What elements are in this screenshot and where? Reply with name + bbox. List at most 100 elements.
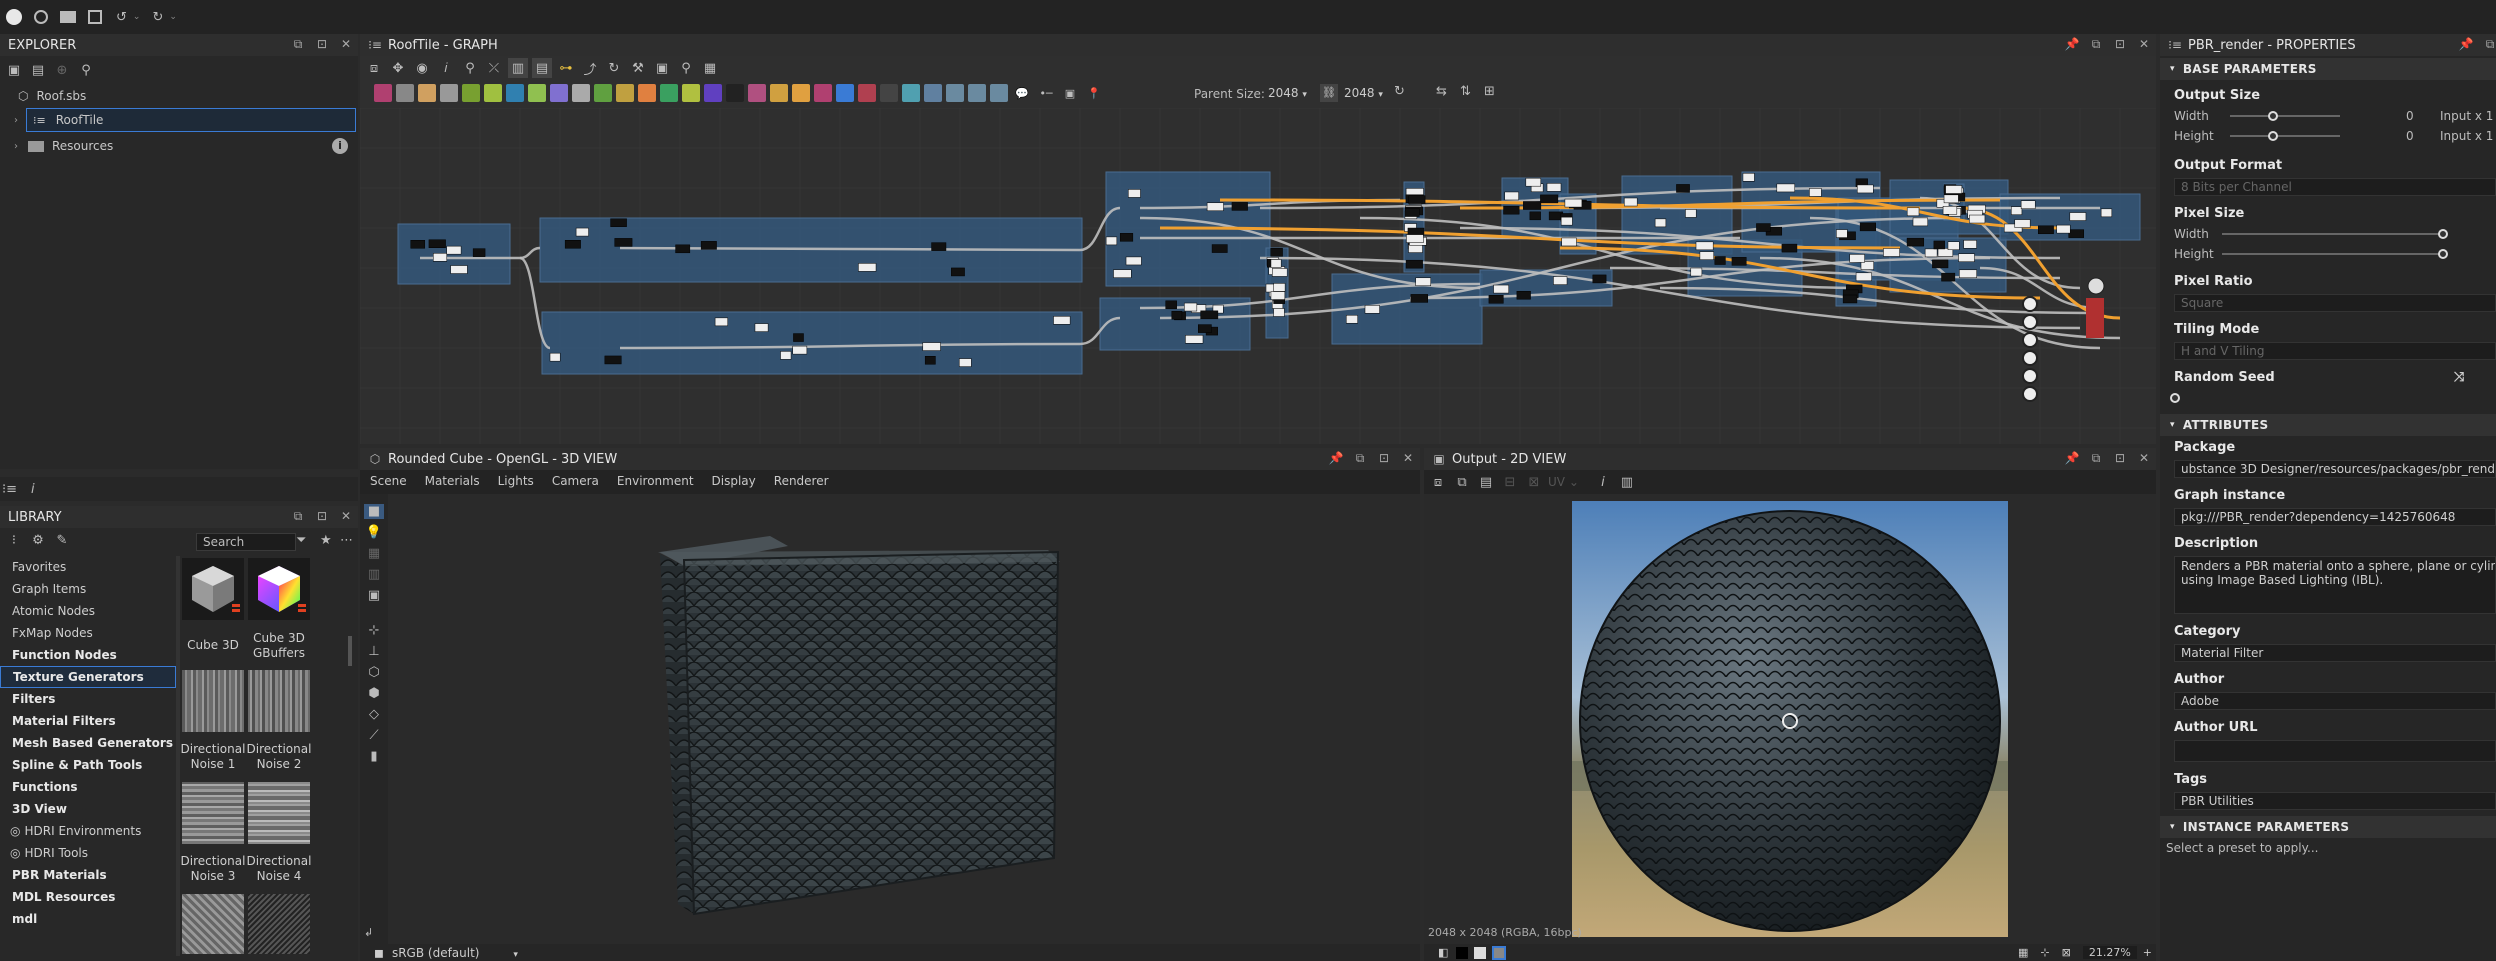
library-category[interactable]: Function Nodes (0, 644, 176, 666)
float-icon[interactable]: ⧉ (290, 37, 306, 52)
slider-knob[interactable] (2170, 393, 2180, 403)
output-node[interactable] (2022, 296, 2038, 312)
library-settings-icon[interactable]: ⚙ (28, 530, 48, 550)
node-type-icon[interactable] (902, 84, 920, 102)
graph-node[interactable] (1592, 274, 1607, 284)
checker-bg-icon[interactable] (1492, 945, 1507, 960)
library-category[interactable]: Mesh Based Generators (0, 732, 176, 754)
description-field[interactable]: Renders a PBR material onto a sphere, pl… (2174, 556, 2496, 614)
reset-icon[interactable]: ↲ (364, 926, 373, 939)
library-category[interactable]: Filters (0, 688, 176, 710)
graph-node[interactable] (1924, 248, 1938, 258)
graph-node[interactable] (1561, 237, 1577, 247)
output-node[interactable] (2022, 350, 2038, 366)
graph-node[interactable] (714, 317, 728, 327)
menu-lights[interactable]: Lights (498, 474, 534, 488)
slider-track[interactable] (2222, 233, 2442, 235)
graph-node[interactable] (1836, 229, 1848, 238)
cube-icon[interactable]: ⬡ (368, 665, 379, 680)
pin-icon[interactable]: 📌 (2064, 451, 2080, 466)
graph-node[interactable] (1405, 259, 1423, 269)
graph-node[interactable] (1943, 194, 1959, 204)
graph-node[interactable] (700, 241, 717, 250)
shuffle-icon[interactable]: ⤨ (2454, 370, 2464, 385)
noise-6-thumb[interactable] (248, 894, 310, 954)
graph-node[interactable] (1941, 272, 1956, 282)
base-parameters-section[interactable]: ▾ BASE PARAMETERS (2160, 58, 2496, 80)
graph-node[interactable] (1406, 234, 1424, 243)
node-type-icon[interactable] (484, 84, 502, 102)
info-icon[interactable]: 𝑖 (436, 58, 456, 78)
graph-node[interactable] (564, 240, 581, 249)
library-category[interactable]: FxMap Nodes (0, 622, 176, 644)
graph-node[interactable] (1211, 244, 1228, 253)
list-icon[interactable]: ⁝≡ (2, 482, 17, 497)
graph-node[interactable] (1408, 195, 1426, 204)
node-type-icon[interactable] (946, 84, 964, 102)
library-scrollbar[interactable] (348, 636, 352, 666)
tangent-icon[interactable]: ⟋ (369, 728, 378, 743)
node-type-icon[interactable] (528, 84, 546, 102)
node-type-icon[interactable] (374, 84, 392, 102)
author-url-field[interactable] (2174, 740, 2496, 762)
graph-node[interactable] (924, 356, 936, 365)
graph-node[interactable] (1206, 202, 1224, 212)
chevron-right-icon[interactable]: › (14, 115, 18, 126)
graph-node[interactable] (446, 245, 462, 255)
tile-icon[interactable]: ⊠ (1524, 472, 1544, 492)
maximize-icon[interactable]: ⊡ (314, 509, 330, 524)
graph-node[interactable] (1906, 237, 1925, 247)
curve-icon[interactable]: ⤴ (580, 58, 600, 78)
zoom-value[interactable]: 21.27% (2082, 946, 2137, 959)
category-field[interactable]: Material Filter (2174, 644, 2496, 662)
chevron-right-icon[interactable]: › (14, 141, 18, 152)
graph-node[interactable] (1809, 188, 1822, 197)
tree-root-expander[interactable]: › (0, 108, 24, 132)
close-icon[interactable]: ✕ (1400, 451, 1416, 466)
histogram-icon[interactable]: ▥ (1617, 472, 1637, 492)
channel-icon[interactable]: ◧ (1438, 946, 1448, 959)
slider-track[interactable] (2230, 115, 2340, 117)
graph-node[interactable] (1855, 272, 1872, 282)
view3d-viewport[interactable] (388, 494, 1420, 944)
search-icon[interactable]: ⚲ (460, 58, 480, 78)
graph-node[interactable] (1525, 177, 1542, 187)
graph-node[interactable] (1781, 243, 1798, 253)
node-type-icon[interactable] (572, 84, 590, 102)
graph-node[interactable] (2100, 208, 2113, 218)
graph-node[interactable] (1883, 248, 1900, 257)
graph-node[interactable] (1231, 202, 1248, 211)
library-category[interactable]: 3D View (0, 798, 176, 820)
node-type-icon[interactable] (462, 84, 480, 102)
grid-icon[interactable]: ▦ (2018, 946, 2028, 959)
menu-environment[interactable]: Environment (617, 474, 694, 488)
node-type-icon[interactable] (748, 84, 766, 102)
graph-node[interactable] (1273, 283, 1286, 292)
slider-knob[interactable] (2268, 131, 2278, 141)
axis-icon[interactable]: ⊹ (369, 623, 380, 638)
black-bg-icon[interactable] (1456, 946, 1469, 959)
output-node[interactable] (2022, 314, 2038, 330)
graph-node[interactable] (1553, 276, 1568, 285)
render-node[interactable] (2086, 298, 2104, 338)
graph-node[interactable] (1849, 254, 1865, 263)
logo-icon[interactable] (6, 9, 22, 25)
graph-node[interactable] (610, 218, 627, 227)
graph-node[interactable] (549, 352, 561, 362)
graph-node[interactable] (1856, 184, 1874, 194)
graph-node[interactable] (1113, 269, 1132, 278)
library-category[interactable]: Favorites (0, 556, 176, 578)
new-folder-icon[interactable]: ⊕ (52, 60, 72, 80)
graph-node[interactable] (1408, 244, 1423, 253)
directional-noise-3-thumb[interactable] (182, 782, 244, 844)
noise-5-thumb[interactable] (182, 894, 244, 954)
graph-node[interactable] (1933, 240, 1945, 250)
menu-scene[interactable]: Scene (370, 474, 407, 488)
graph-canvas[interactable] (360, 108, 2156, 444)
graph-node[interactable] (1529, 211, 1541, 221)
distribute-icon[interactable]: ⇅ (1460, 84, 1471, 99)
graph-node[interactable] (2056, 224, 2071, 234)
graph-node[interactable] (433, 253, 448, 262)
tree-package[interactable]: ⬡ Roof.sbs (0, 84, 358, 108)
graph-node[interactable] (1947, 241, 1960, 250)
